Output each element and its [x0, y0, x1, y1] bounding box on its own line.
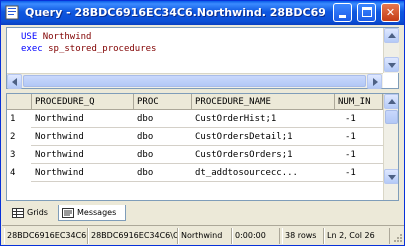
code-line-1: USE Northwind	[21, 31, 91, 43]
table-cell[interactable]: dbo	[134, 111, 192, 128]
code-line-2: exec sp_stored_procedures	[21, 43, 156, 55]
scroll-right-button[interactable]	[367, 74, 382, 89]
table-cell[interactable]: -1	[335, 111, 383, 128]
tab-label: Grids	[27, 208, 48, 217]
status-server: 28BDC6916EC34C6(8.0)	[4, 228, 88, 244]
table-cell[interactable]: CustOrderHist;1	[192, 111, 335, 128]
status-bar: 28BDC6916EC34C6(8.0) 28BDC6916EC34C6\Cha…	[2, 225, 404, 245]
window-title: Query - 28BDC6916EC34C6.Northwind. 28BDC…	[25, 6, 325, 19]
arrow-up-icon	[388, 33, 396, 38]
table-cell[interactable]: Northwind	[32, 165, 134, 182]
resize-grip-icon[interactable]	[392, 232, 403, 243]
close-button[interactable]: ✕	[381, 3, 400, 22]
query-document-icon	[5, 5, 19, 20]
messages-icon	[62, 208, 74, 218]
scroll-down-button[interactable]	[384, 57, 399, 72]
table-cell[interactable]: dbo	[134, 129, 192, 146]
table-row[interactable]: 4 Northwind dbo dt_addtosourcecc... -1	[7, 165, 383, 182]
table-cell[interactable]: dbo	[134, 165, 192, 182]
minimize-icon	[339, 15, 346, 18]
tab-grids[interactable]: Grids	[9, 205, 57, 221]
editor-horizontal-scrollbar[interactable]	[7, 73, 383, 89]
scroll-up-button[interactable]	[384, 94, 398, 109]
sql-keyword: exec	[21, 44, 43, 54]
table-row[interactable]: 1 Northwind dbo CustOrderHist;1 -1	[7, 111, 383, 128]
arrow-right-icon	[373, 78, 378, 86]
table-cell[interactable]: dbo	[134, 147, 192, 164]
scroll-up-button[interactable]	[384, 28, 399, 43]
status-elapsed-time: 0:00:00	[232, 228, 280, 244]
scroll-thumb[interactable]	[385, 110, 398, 124]
table-cell[interactable]: dt_addtosourcecc...	[192, 165, 335, 182]
row-number: 1	[7, 111, 31, 128]
results-grid[interactable]: PROCEDURE_Q PROC PROCEDURE_NAME NUM_IN 1…	[6, 93, 399, 201]
sql-identifier: Northwind	[42, 32, 92, 42]
scroll-left-button[interactable]	[7, 74, 22, 89]
column-header[interactable]: PROCEDURE_Q	[32, 94, 134, 110]
grid-header: PROCEDURE_Q PROC PROCEDURE_NAME NUM_IN	[7, 94, 383, 110]
table-cell[interactable]: CustOrdersOrders;1	[192, 147, 335, 164]
table-cell[interactable]: -1	[335, 165, 383, 182]
status-cursor-position: Ln 2, Col 26	[324, 228, 390, 244]
sql-editor[interactable]: USE Northwind exec sp_stored_procedures	[6, 27, 399, 89]
row-number: 2	[7, 129, 31, 146]
row-number: 3	[7, 147, 31, 164]
tab-messages[interactable]: Messages	[58, 205, 126, 221]
row-number-header	[7, 94, 32, 110]
table-row[interactable]: 2 Northwind dbo CustOrdersDetail;1 -1	[7, 129, 383, 146]
status-database: Northwind	[178, 228, 232, 244]
arrow-up-icon	[388, 99, 396, 104]
scroll-down-button[interactable]	[384, 169, 398, 184]
editor-vertical-scrollbar[interactable]	[383, 28, 399, 73]
grid-icon	[12, 208, 24, 218]
minimize-button[interactable]	[333, 3, 352, 22]
query-window: Query - 28BDC6916EC34C6.Northwind. 28BDC…	[0, 0, 405, 246]
title-bar[interactable]: Query - 28BDC6916EC34C6.Northwind. 28BDC…	[1, 1, 404, 25]
table-cell[interactable]: CustOrdersDetail;1	[192, 129, 335, 146]
row-number: 4	[7, 165, 31, 182]
tab-label: Messages	[77, 208, 117, 217]
maximize-icon	[362, 7, 372, 17]
sql-keyword: USE	[21, 32, 38, 42]
scroll-thumb[interactable]	[23, 75, 366, 87]
close-icon: ✕	[385, 6, 396, 19]
grid-vertical-scrollbar[interactable]	[383, 94, 398, 200]
arrow-left-icon	[12, 78, 17, 86]
status-row-count: 38 rows	[282, 228, 324, 244]
table-cell[interactable]: -1	[335, 129, 383, 146]
table-cell[interactable]: Northwind	[32, 147, 134, 164]
result-tab-bar: Grids Messages	[6, 204, 399, 222]
table-cell[interactable]: -1	[335, 147, 383, 164]
column-header[interactable]: NUM_IN	[335, 94, 383, 110]
table-cell[interactable]: Northwind	[32, 129, 134, 146]
column-header[interactable]: PROCEDURE_NAME	[192, 94, 335, 110]
table-row[interactable]: 3 Northwind dbo CustOrdersOrders;1 -1	[7, 147, 383, 164]
maximize-button[interactable]	[357, 3, 376, 22]
table-cell[interactable]: Northwind	[32, 111, 134, 128]
sql-identifier: sp_stored_procedures	[48, 44, 157, 54]
status-user: 28BDC6916EC34C6\Changiz Karie	[88, 228, 178, 244]
arrow-down-icon	[388, 175, 396, 180]
column-header[interactable]: PROC	[134, 94, 192, 110]
arrow-down-icon	[388, 63, 396, 68]
